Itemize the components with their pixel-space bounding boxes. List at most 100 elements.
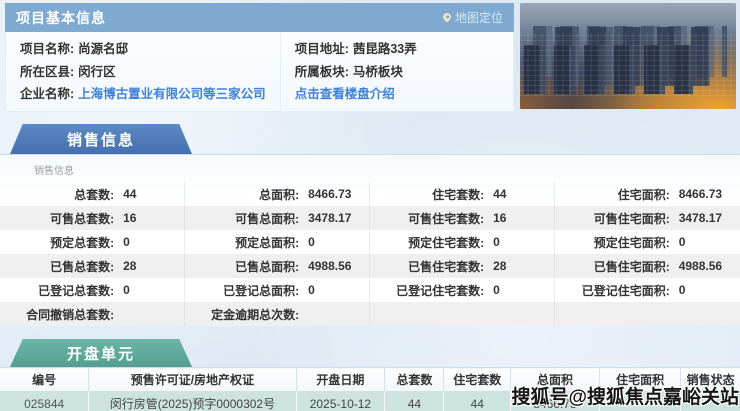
sales-row: 已售总套数: 28 已售总面积: 4988.56 已售住宅套数: 28 已售住宅面积: 498…: [0, 254, 740, 278]
sales-row: 预定总套数: 0 预定总面积: 0 预定住宅套数: 0 预定住宅面积: 0: [0, 230, 740, 254]
sales-cell: 总面积: 8466.73: [185, 182, 370, 206]
opening-unit-cell-4: 44: [443, 390, 512, 411]
sales-label: 住宅面积:: [617, 187, 670, 202]
opening-unit-cell-0: 025844: [0, 390, 90, 411]
sales-value: 8466.73: [308, 187, 352, 201]
sales-info-sublabel: 销售信息: [34, 166, 74, 177]
sales-row: 已登记总套数: 0 已登记总面积: 0 已登记住宅套数: 0 已登记住宅面积: 0: [0, 278, 740, 302]
sales-label: 合同撤销总套数:: [26, 307, 115, 322]
tab-opening-units-label: 开盘单元: [66, 345, 135, 363]
top-section: 项目基本信息 地图定位 项目名称: 尚源名邸 所在区县: 闵行区 企业名称: 上海博古置业…: [0, 0, 740, 112]
field-value: 茜昆路33弄: [352, 42, 417, 56]
tab-sales-info-label: 销售信息: [66, 131, 135, 149]
col-header-3: 总套数: [384, 367, 445, 391]
project-info-header: 项目基本信息 地图定位: [5, 3, 514, 32]
sales-cell: 已登记总面积: 0: [185, 278, 370, 302]
sales-cell: 定金逾期总次数:: [185, 302, 370, 326]
sales-cell: 已售总面积: 4988.56: [185, 254, 370, 278]
sales-label: 已售总套数:: [50, 259, 115, 274]
sales-cell: 已登记总套数: 0: [0, 278, 185, 302]
sales-info-panel: 销售信息 总套数: 44 总面积: 8466.73 住宅套数: 44 住宅面积: 8466.7…: [0, 154, 740, 326]
col-header-1: 预售许可证/房地产权证: [88, 367, 297, 391]
sales-label: 预定总面积:: [235, 235, 300, 250]
sales-label: 已登记总套数:: [38, 283, 115, 298]
sales-value: 0: [678, 235, 686, 249]
sales-label: 已登记总面积:: [223, 283, 300, 298]
info-field-right-1: 所属板块: 马桥板块: [295, 62, 499, 82]
sales-value: 0: [308, 235, 315, 249]
sales-cell: 可售住宅面积: 3478.17: [555, 206, 740, 230]
intro-link[interactable]: 点击查看楼盘介绍: [295, 87, 395, 101]
sales-cell: 可售总面积: 3478.17: [185, 206, 370, 230]
sales-label: 已登记住宅面积:: [581, 283, 670, 298]
sales-value: 28: [123, 259, 137, 273]
tab-sales-info: 销售信息: [10, 124, 192, 154]
project-info-right-column: 项目地址: 茜昆路33弄 所属板块: 马桥板块 点击查看楼盘介绍: [281, 32, 513, 111]
sales-label: 住宅套数:: [432, 187, 485, 202]
sales-row: 可售总套数: 16 可售总面积: 3478.17 可售住宅套数: 16 可售住宅面积: 347…: [0, 206, 740, 230]
sales-cell: 已登记住宅面积: 0: [555, 278, 740, 302]
sales-label: 总面积:: [259, 187, 300, 202]
sales-value: 16: [493, 211, 507, 225]
map-locate-label: 地图定位: [454, 11, 503, 25]
sales-value: 16: [123, 211, 137, 225]
sales-value: 0: [493, 235, 500, 249]
sales-label: 可售总套数:: [50, 211, 115, 226]
sales-label: 可售总面积:: [235, 211, 300, 226]
map-locate-link[interactable]: 地图定位: [441, 9, 503, 26]
sales-label: 已售住宅套数:: [408, 259, 485, 274]
sales-label: 预定住宅套数:: [408, 235, 485, 250]
sales-value: 0: [493, 283, 500, 297]
sales-label: 定金逾期总次数:: [211, 307, 300, 322]
sales-label: 预定总套数:: [50, 235, 115, 250]
sales-label: 总套数:: [74, 187, 115, 202]
field-value: 马桥板块: [352, 64, 403, 79]
col-header-2: 开盘日期: [296, 367, 386, 391]
sales-cell: 已售总套数: 28: [0, 254, 185, 278]
page-title: 项目基本信息: [16, 9, 106, 26]
sales-cell: [370, 302, 555, 326]
sales-value: 3478.17: [678, 211, 723, 225]
sales-cell: 合同撤销总套数:: [0, 302, 185, 326]
sales-value: 28: [493, 259, 507, 273]
sales-value: 4988.56: [678, 259, 723, 273]
sales-cell: 预定住宅面积: 0: [555, 230, 740, 254]
field-value: 闵行区: [78, 64, 116, 79]
info-field-left-1: 所在区县: 闵行区: [20, 62, 266, 82]
field-value: 尚源名邸: [78, 42, 129, 56]
sales-value: 3478.17: [308, 211, 352, 225]
sales-row: 总套数: 44 总面积: 8466.73 住宅套数: 44 住宅面积: 8466.73: [0, 182, 740, 206]
sales-cell: 总套数: 44: [0, 182, 185, 206]
sales-value: 4988.56: [308, 259, 352, 273]
tab-opening-units: 开盘单元: [10, 339, 192, 367]
sales-cell: 预定总面积: 0: [185, 230, 370, 254]
project-info-left-column: 项目名称: 尚源名邸 所在区县: 闵行区 企业名称: 上海博古置业有限公司等三家公司: [6, 32, 281, 111]
opening-unit-cell-1: 闵行房管(2025)预字0000302号: [88, 390, 297, 411]
sales-cell: 预定住宅套数: 0: [370, 230, 555, 254]
field-label: 所在区县:: [20, 64, 75, 79]
sales-value: 0: [308, 283, 315, 297]
sales-value: 0: [678, 283, 686, 297]
sales-cell: 可售住宅套数: 16: [370, 206, 555, 230]
info-field-right-0: 项目地址: 茜昆路33弄: [295, 39, 499, 59]
opening-unit-cell-2: 2025-10-12: [296, 390, 386, 411]
col-header-0: 编号: [0, 367, 90, 391]
sales-row: 合同撤销总套数: 定金逾期总次数:: [0, 302, 740, 326]
info-field-right-2: 点击查看楼盘介绍: [295, 84, 499, 104]
sales-label: 已售总面积:: [235, 259, 300, 274]
field-label: 所属板块:: [294, 64, 349, 79]
project-photo: [520, 3, 736, 109]
field-label: 企业名称:: [20, 87, 75, 101]
sales-cell: 住宅面积: 8466.73: [555, 182, 740, 206]
col-header-4: 住宅套数: [443, 367, 512, 391]
sales-label: 已售住宅面积:: [593, 259, 670, 274]
sales-label: 已登记住宅套数:: [396, 283, 485, 298]
info-field-left-0: 项目名称: 尚源名邸: [20, 39, 266, 59]
field-label: 项目地址:: [294, 42, 349, 56]
sales-cell: 已登记住宅套数: 0: [370, 278, 555, 302]
field-value[interactable]: 上海博古置业有限公司等三家公司: [78, 87, 266, 101]
info-field-left-2: 企业名称: 上海博古置业有限公司等三家公司: [20, 84, 266, 104]
city-buildings-front: [524, 45, 693, 95]
sales-cell: 预定总套数: 0: [0, 230, 185, 254]
sales-value: 44: [123, 187, 137, 201]
